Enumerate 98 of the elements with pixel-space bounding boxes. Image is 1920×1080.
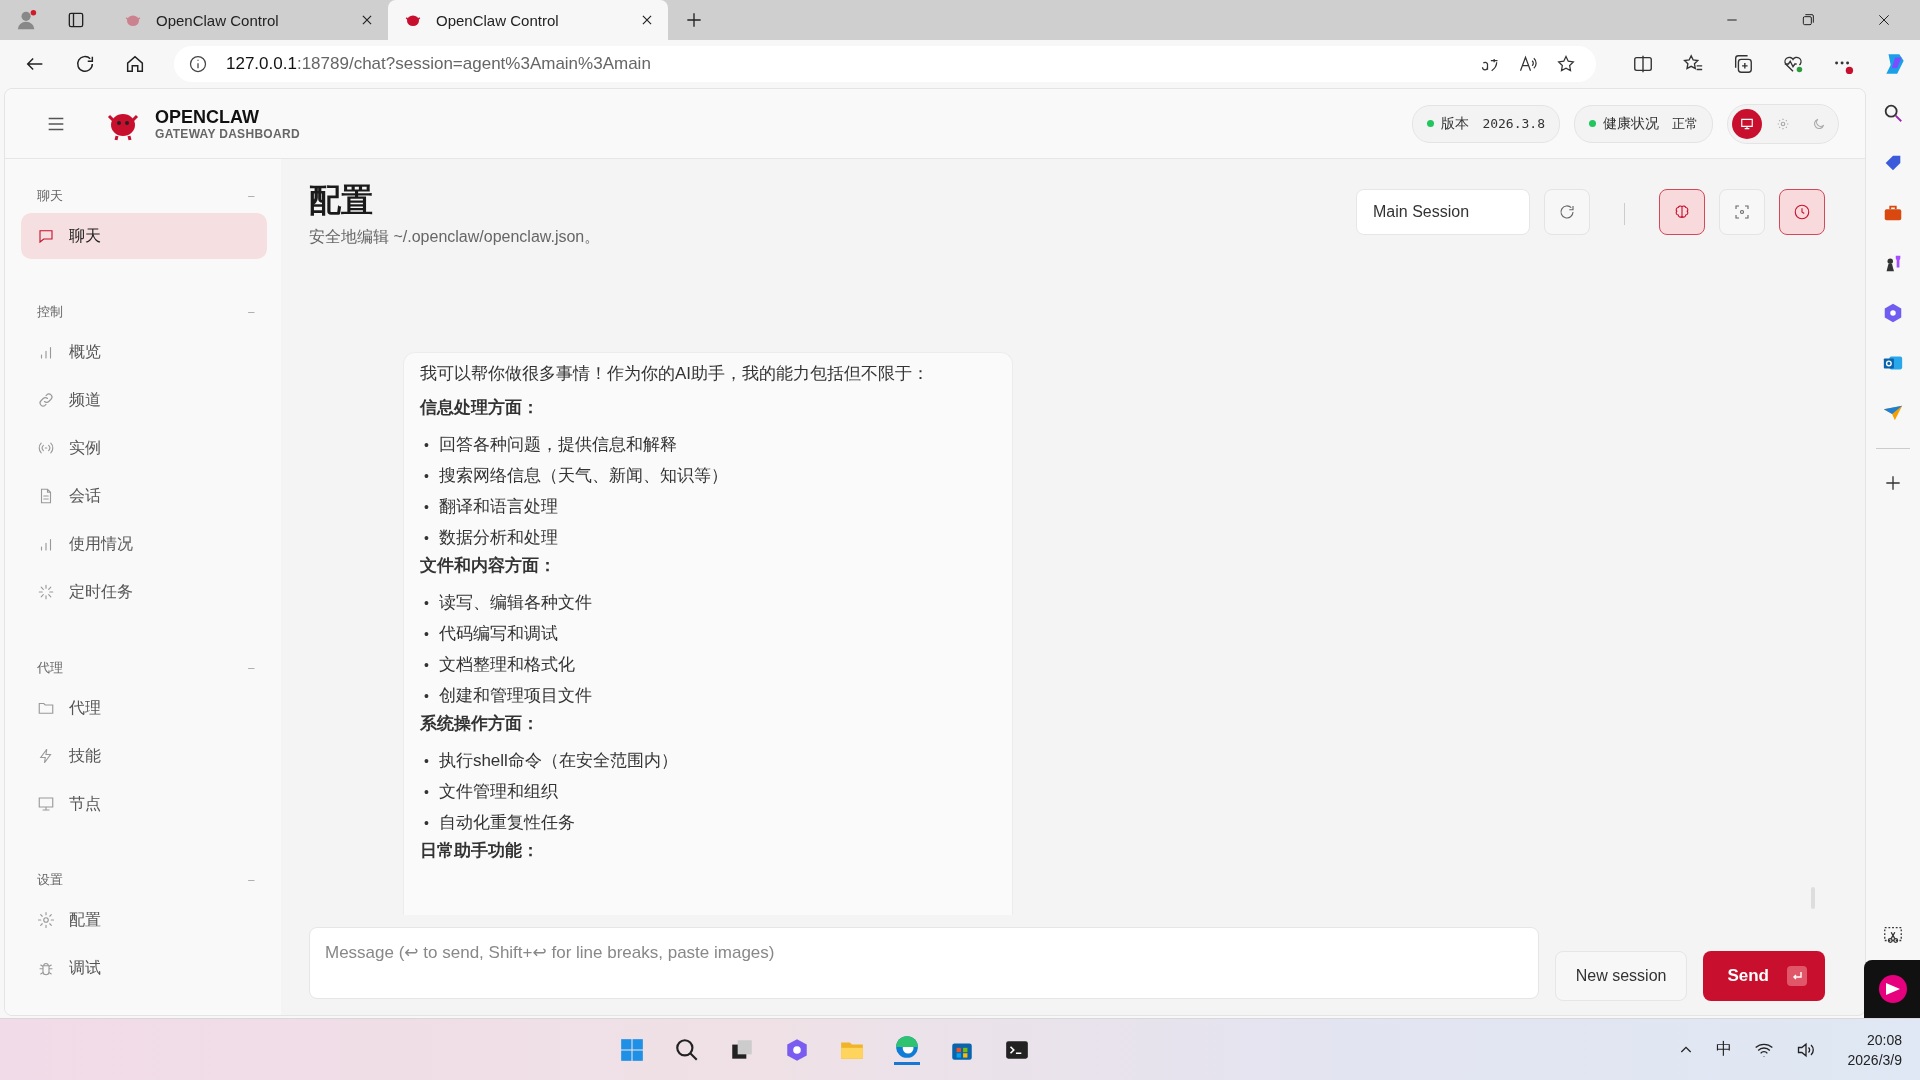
bullet-item: 文件管理和组织 bbox=[438, 780, 558, 803]
sidebar-item[interactable]: 实例 bbox=[21, 425, 267, 471]
taskbar-clock[interactable]: 20:08 2026/3/9 bbox=[1847, 1029, 1902, 1070]
bullet-item: 数据分析和处理 bbox=[438, 526, 558, 549]
sidebar-item[interactable]: 技能 bbox=[21, 733, 267, 779]
sidebar-item[interactable]: 节点 bbox=[21, 781, 267, 827]
enter-key-icon bbox=[1787, 966, 1807, 986]
sidebar-item[interactable]: 代理 bbox=[21, 685, 267, 731]
bullet-marker: • bbox=[424, 813, 429, 833]
reload-icon[interactable] bbox=[74, 53, 96, 75]
star-icon[interactable] bbox=[1556, 54, 1576, 74]
tab-actions-icon[interactable] bbox=[66, 10, 86, 30]
monitor-icon bbox=[1740, 116, 1754, 131]
bullet-marker: • bbox=[424, 466, 429, 486]
bullet-marker: • bbox=[424, 655, 429, 675]
profile-icon[interactable] bbox=[16, 9, 38, 31]
brand-name: OPENCLAW bbox=[155, 106, 260, 127]
address-bar[interactable]: 127.0.0.1:18789/chat?session=agent%3Amain%3Amain bbox=[174, 46, 1596, 82]
sidebar-item[interactable]: 聊天 bbox=[21, 213, 267, 259]
toolbar-button[interactable] bbox=[1659, 189, 1705, 235]
message-heading: 日常助手功能： bbox=[420, 840, 540, 862]
message-input[interactable]: Message (↩ to send, Shift+↩ for line breaks, paste images) bbox=[309, 927, 1539, 999]
bullet-item: 翻译和语言处理 bbox=[438, 495, 558, 518]
close-icon[interactable] bbox=[360, 13, 374, 27]
focus-icon bbox=[1733, 203, 1751, 221]
bullet-item: 读写、编辑各种文件 bbox=[438, 591, 592, 614]
bullet-item: 执行shell命令（在安全范围内） bbox=[438, 749, 678, 772]
section-title: 聊天 bbox=[37, 187, 63, 205]
brand-subtitle: GATEWAY DASHBOARD bbox=[155, 126, 300, 141]
sidebar-item[interactable]: 频道 bbox=[21, 377, 267, 423]
session-select[interactable]: Main Session bbox=[1356, 189, 1530, 235]
close-icon[interactable] bbox=[640, 13, 654, 27]
link-icon bbox=[37, 391, 55, 409]
restore-icon[interactable] bbox=[1800, 12, 1816, 28]
browser-tab[interactable]: OpenClaw Control bbox=[388, 0, 668, 40]
search-icon[interactable] bbox=[673, 1036, 700, 1063]
moon-icon bbox=[1812, 116, 1826, 131]
info-icon[interactable] bbox=[188, 54, 208, 74]
browser-icon[interactable] bbox=[893, 1034, 920, 1065]
toolbar-button[interactable] bbox=[1779, 189, 1825, 235]
bullet-marker: • bbox=[424, 751, 429, 771]
spinner-icon bbox=[37, 583, 55, 601]
page-title: 配置 bbox=[309, 181, 374, 220]
play-app-icon bbox=[1878, 974, 1908, 1004]
url-text: 127.0.0.1:18789/chat?session=agent%3Amain%3Amain bbox=[226, 54, 651, 74]
sun-icon bbox=[1776, 116, 1790, 131]
home-icon[interactable] bbox=[124, 53, 146, 75]
bullet-item: 回答各种问题，提供信息和解释 bbox=[438, 433, 677, 456]
sidebar-item[interactable]: 定时任务 bbox=[21, 569, 267, 615]
message-heading: 系统操作方面： bbox=[420, 713, 540, 735]
bullet-marker: • bbox=[424, 435, 429, 455]
bullet-item: 文档整理和格式化 bbox=[438, 653, 575, 676]
bullet-item: 搜索网络信息（天气、新闻、知识等） bbox=[438, 464, 728, 487]
bullet-item: 自动化重复性任务 bbox=[438, 811, 575, 834]
clock-icon bbox=[1793, 203, 1811, 221]
status-pill: 版本 2026.3.8 bbox=[1412, 104, 1560, 143]
windows-start-icon[interactable] bbox=[618, 1036, 645, 1063]
collections-icon[interactable] bbox=[1732, 53, 1754, 75]
send-button[interactable]: Send bbox=[1703, 951, 1825, 1001]
settings-icon bbox=[37, 911, 55, 929]
section-title: 代理 bbox=[37, 659, 63, 677]
bullet-item: 代码编写和调试 bbox=[438, 622, 558, 645]
add-icon[interactable] bbox=[1883, 473, 1903, 493]
message-heading: 文件和内容方面： bbox=[420, 555, 557, 577]
bullet-marker: • bbox=[424, 593, 429, 613]
browser-tab[interactable]: OpenClaw Control bbox=[108, 0, 388, 40]
bullet-marker: • bbox=[424, 528, 429, 548]
new-tab-icon[interactable] bbox=[684, 10, 704, 30]
sidebar-item[interactable]: 会话 bbox=[21, 473, 267, 519]
section-title: 设置 bbox=[37, 871, 63, 889]
bullet-marker: • bbox=[424, 497, 429, 517]
bullet-marker: • bbox=[424, 782, 429, 802]
chat-bubble-icon bbox=[37, 227, 55, 245]
page-subtitle: 安全地编辑 ~/.openclaw/openclaw.json。 bbox=[309, 227, 601, 247]
message-heading: 信息处理方面： bbox=[420, 397, 540, 419]
hexagon-icon[interactable] bbox=[1882, 302, 1904, 324]
bullet-item: 创建和管理项目文件 bbox=[438, 684, 592, 707]
theme-button[interactable] bbox=[1732, 108, 1762, 139]
brain-icon bbox=[1673, 203, 1691, 221]
app-launcher[interactable] bbox=[1864, 960, 1920, 1018]
new-session-button[interactable]: New session bbox=[1554, 951, 1688, 1001]
status-pill: 健康状况 正常 bbox=[1574, 104, 1713, 143]
close-icon[interactable] bbox=[1876, 12, 1892, 28]
split-screen-icon[interactable] bbox=[1632, 53, 1654, 75]
bullet-marker: • bbox=[424, 624, 429, 644]
section-title: 控制 bbox=[37, 303, 63, 321]
input-method-indicator[interactable]: 中 bbox=[1715, 1039, 1732, 1060]
monitor-icon bbox=[37, 795, 55, 813]
sidebar-item[interactable]: 使用情况 bbox=[21, 521, 267, 567]
search-icon[interactable] bbox=[1882, 102, 1904, 124]
sidebar-item[interactable]: 配置 bbox=[21, 897, 267, 943]
read-aloud-icon[interactable] bbox=[1518, 54, 1538, 74]
message-text: 我可以帮你做很多事情！作为你的AI助手，我的能力包括但不限于： bbox=[420, 363, 931, 385]
screenshot-icon[interactable] bbox=[1882, 924, 1904, 946]
sidebar-item[interactable]: 调试 bbox=[21, 945, 267, 991]
sidebar-item[interactable]: 概览 bbox=[21, 329, 267, 375]
bullet-marker: • bbox=[424, 686, 429, 706]
refresh-icon bbox=[1558, 203, 1576, 221]
